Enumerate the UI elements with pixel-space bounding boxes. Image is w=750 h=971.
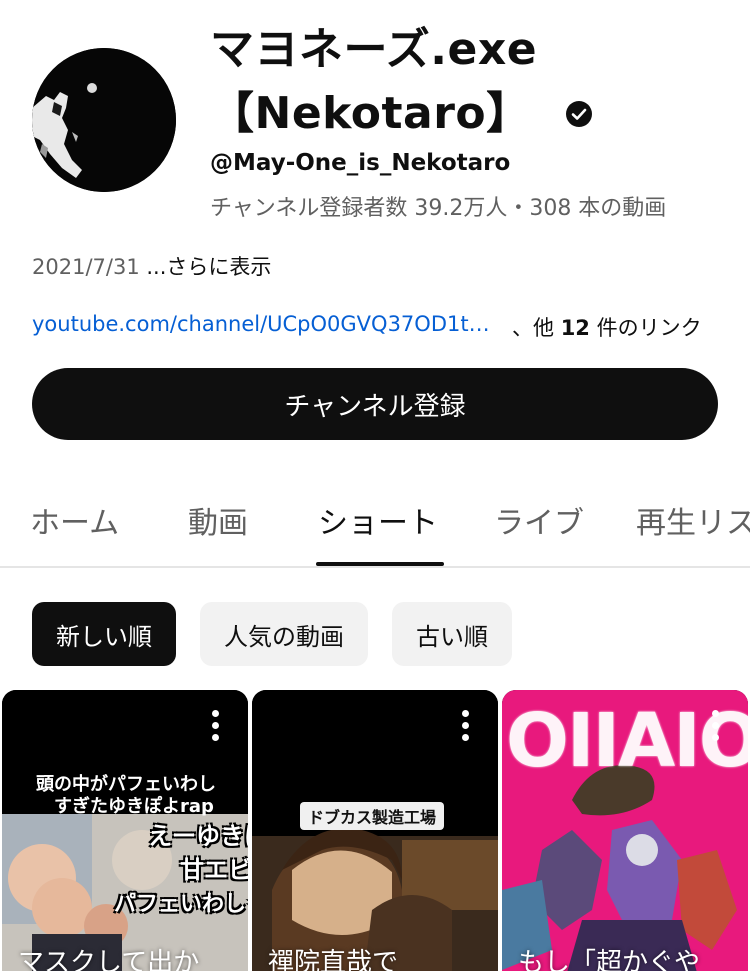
tab-home[interactable]: ホーム <box>30 498 119 542</box>
more-links-text[interactable]: 、他 12 件のリンク <box>512 312 702 342</box>
subscribe-button[interactable]: チャンネル登録 <box>32 368 718 440</box>
description-date: 2021/7/31 <box>32 255 140 279</box>
short-overlay-title2: すぎたゆきぽよrap <box>54 796 214 817</box>
tab-videos[interactable]: 動画 <box>188 498 248 542</box>
short-overlay-side2: 甘エビ <box>180 856 248 884</box>
channel-avatar[interactable] <box>32 48 176 192</box>
more-links-suffix: 件のリンク <box>596 316 702 340</box>
short-overlay-side1: えーゆきは <box>148 822 248 850</box>
more-vert-icon[interactable] <box>212 710 220 744</box>
show-more-link[interactable]: ...さらに表示 <box>146 255 271 279</box>
short-overlay-label: ドブカス製造工場 <box>300 802 445 830</box>
more-links-prefix: 、他 <box>512 316 554 340</box>
sort-chips: 新しい順 人気の動画 古い順 <box>32 602 512 666</box>
short-card[interactable]: ドブカス製造工場 禪院直哉で <box>252 690 498 971</box>
short-card[interactable]: 頭の中がパフェいわし すぎたゆきぽよrap えーゆきは 甘エビ パフェいわし★ … <box>2 690 248 971</box>
tab-shorts[interactable]: ショート <box>318 498 438 542</box>
short-title: 禪院直哉で <box>268 948 399 971</box>
more-links-count: 12 <box>560 316 590 340</box>
chip-oldest[interactable]: 古い順 <box>392 602 512 666</box>
more-vert-icon[interactable] <box>712 710 720 744</box>
tab-live[interactable]: ライブ <box>494 498 584 542</box>
channel-handle: @May-One_is_Nekotaro <box>210 150 511 176</box>
channel-title: マヨネーズ.exe 【Nekotaro】 <box>210 18 730 146</box>
verified-check-icon <box>565 101 592 127</box>
short-card[interactable]: OIIAIO もし「超かぐや <box>502 690 748 971</box>
channel-title-line1: マヨネーズ.exe <box>210 24 538 75</box>
channel-links[interactable]: youtube.com/channel/UCpO0GVQ37OD1t… 、他 1… <box>32 312 702 342</box>
channel-stats: チャンネル登録者数 39.2万人・308 本の動画 <box>210 196 667 221</box>
more-vert-icon[interactable] <box>462 710 470 744</box>
short-title: マスクして出か <box>18 948 200 971</box>
chip-newest[interactable]: 新しい順 <box>32 602 176 666</box>
channel-title-line2: 【Nekotaro】 <box>210 88 531 139</box>
short-title: もし「超かぐや <box>518 948 701 971</box>
short-overlay-side3: パフェいわし★ <box>114 892 248 917</box>
shorts-grid: 頭の中がパフェいわし すぎたゆきぽよrap えーゆきは 甘エビ パフェいわし★ … <box>2 690 750 971</box>
channel-link-url[interactable]: youtube.com/channel/UCpO0GVQ37OD1t… <box>32 312 500 342</box>
chip-popular[interactable]: 人気の動画 <box>200 602 368 666</box>
tab-playlists[interactable]: 再生リスト <box>636 498 750 542</box>
channel-tabs: ホーム 動画 ショート ライブ 再生リスト <box>0 470 750 568</box>
active-tab-indicator <box>316 562 444 566</box>
channel-description[interactable]: 2021/7/31 ...さらに表示 <box>32 251 271 281</box>
